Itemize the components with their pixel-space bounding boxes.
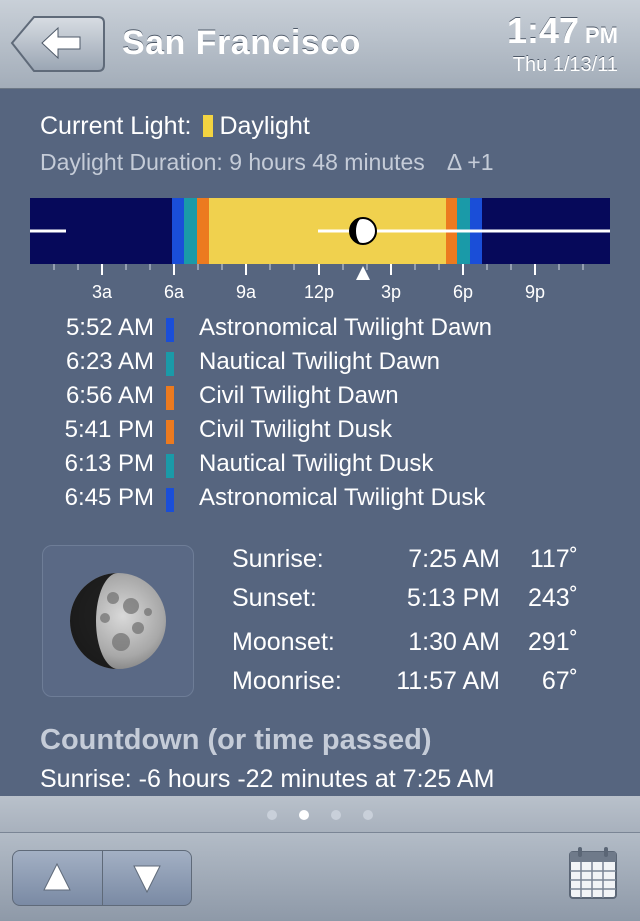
tick-label: 9a [235, 282, 257, 302]
navigation-bar: San Francisco 1:47 PM Thu 1/13/11 [0, 0, 640, 89]
clock-time: 1:47 [506, 10, 579, 51]
current-time-pointer-icon [356, 266, 370, 280]
back-button[interactable] [10, 15, 105, 72]
page-dot[interactable] [363, 810, 373, 820]
row-degrees: 291˚ [527, 628, 578, 656]
countdown-title: Countdown (or time passed) [40, 724, 432, 756]
countdown-text: Sunrise: -6 hours -22 minutes at 7:25 AM [40, 765, 495, 793]
row-time: 7:25 AM [408, 545, 500, 573]
clock: 1:47 PM Thu 1/13/11 [507, 10, 618, 77]
event-color-bar [166, 454, 174, 478]
page-dot[interactable] [267, 810, 277, 820]
event-color-bar [166, 488, 174, 512]
timeline-ticks [53, 264, 584, 280]
clock-ampm: PM [585, 23, 618, 48]
row-label: Sunset: [232, 584, 317, 612]
city-title: San Francisco [122, 24, 361, 62]
row-degrees: 67˚ [541, 667, 578, 695]
day-stepper[interactable] [12, 850, 192, 906]
tick-label: 6a [163, 282, 185, 302]
event-time: 5:41 PM [64, 416, 154, 443]
up-triangle-icon [43, 862, 71, 891]
current-light-value: Daylight [219, 112, 310, 140]
event-color-bar [166, 386, 174, 410]
row-time: 1:30 AM [408, 628, 500, 656]
clock-date: Thu 1/13/11 [512, 54, 618, 76]
calendar-icon[interactable] [567, 845, 619, 901]
row-label: Moonset: [232, 628, 335, 656]
event-time: 6:13 PM [64, 450, 154, 477]
event-name: Nautical Twilight Dawn [199, 348, 440, 375]
previous-day-button[interactable] [13, 851, 102, 905]
tick-label: 3p [380, 282, 402, 302]
event-name: Civil Twilight Dusk [199, 416, 392, 443]
event-time: 6:23 AM [65, 348, 154, 375]
left-arrow-icon [41, 26, 81, 60]
moon-phase-panel [42, 545, 194, 697]
astronomical-dawn-segment [172, 198, 184, 264]
bottom-toolbar [0, 832, 640, 921]
event-color-bar [166, 420, 174, 444]
current-light-label: Current Light: [40, 112, 192, 140]
daylight-swatch [203, 115, 214, 137]
event-time: 5:52 AM [65, 314, 154, 341]
tick-label: 3a [91, 282, 113, 302]
nautical-dawn-segment [184, 198, 197, 264]
row-label: Moonrise: [232, 667, 342, 695]
tick-label: 6p [452, 282, 474, 302]
light-timeline [30, 198, 610, 264]
page-dot-active[interactable] [299, 810, 309, 820]
tick-label: 12p [303, 282, 335, 302]
row-degrees: 243˚ [527, 584, 578, 612]
duration-delta: Δ +1 [446, 149, 494, 175]
event-time: 6:56 AM [65, 382, 154, 409]
row-time: 5:13 PM [406, 584, 500, 612]
current-light: Current Light: Daylight [40, 112, 310, 141]
event-color-bar [166, 352, 174, 376]
event-name: Civil Twilight Dawn [199, 382, 399, 409]
down-triangle-icon [133, 865, 161, 894]
moon-phase-icon [70, 573, 166, 669]
page-control[interactable] [0, 796, 640, 832]
next-day-button[interactable] [103, 851, 191, 905]
tick-label: 9p [524, 282, 546, 302]
event-name: Astronomical Twilight Dawn [199, 314, 493, 341]
daylight-duration: Daylight Duration: 9 hours 48 minutes Δ +… [40, 149, 494, 176]
row-degrees: 117˚ [529, 545, 578, 573]
event-name: Nautical Twilight Dusk [199, 450, 434, 477]
row-label: Sunrise: [232, 545, 324, 573]
event-time: 6:45 PM [64, 484, 154, 511]
event-name: Astronomical Twilight Dusk [199, 484, 486, 511]
row-time: 11:57 AM [396, 667, 500, 695]
event-color-bar [166, 318, 174, 342]
page-dot[interactable] [331, 810, 341, 820]
daylight-duration-text: Daylight Duration: 9 hours 48 minutes [40, 149, 425, 175]
civil-dawn-segment [197, 198, 209, 264]
